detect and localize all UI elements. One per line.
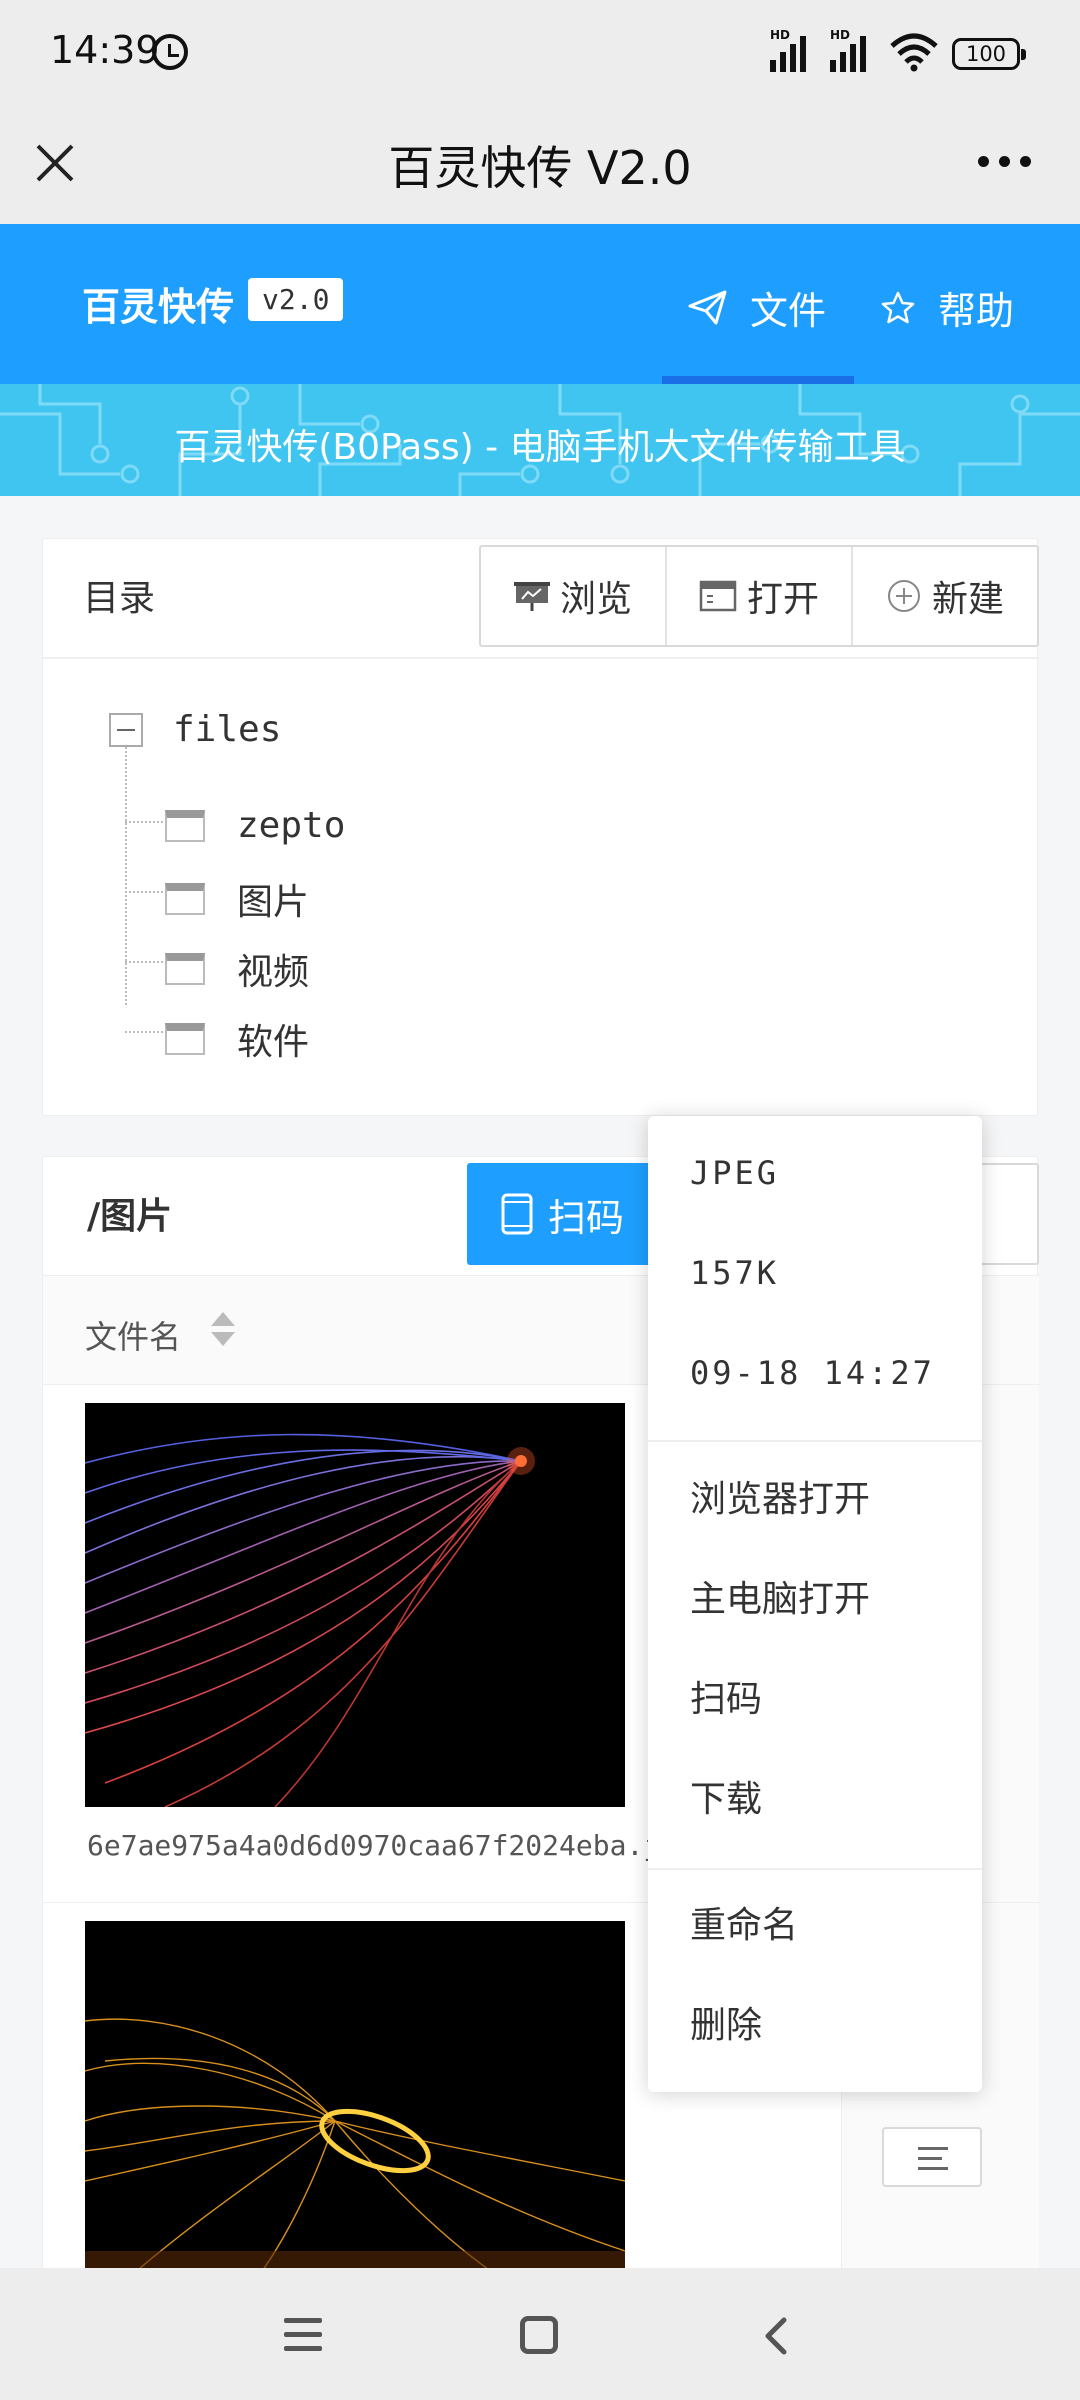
light-trails-image bbox=[85, 1433, 535, 1807]
steel-wool-image bbox=[85, 2018, 625, 2281]
plus-circle-icon bbox=[887, 580, 920, 612]
browse-label: 浏览 bbox=[559, 579, 632, 620]
menu-open-in-browser[interactable]: 浏览器打开 bbox=[690, 1470, 870, 1522]
menu-open-on-pc[interactable]: 主电脑打开 bbox=[690, 1570, 870, 1622]
star-icon bbox=[881, 291, 915, 323]
browse-button[interactable]: 浏览 bbox=[481, 547, 667, 645]
app-title: 百灵快传 V2.0 bbox=[388, 141, 692, 195]
menu-delete[interactable]: 删除 bbox=[690, 1996, 762, 2048]
banner-text: 百灵快传(B0Pass) - 电脑手机大文件传输工具 bbox=[174, 427, 906, 468]
menu-scan-qr[interactable]: 扫码 bbox=[690, 1670, 762, 1722]
paper-plane-icon bbox=[688, 290, 727, 324]
folder-icon bbox=[165, 883, 205, 915]
window-icon bbox=[699, 580, 737, 612]
presentation-icon bbox=[513, 582, 550, 611]
main-content: 目录 浏览 打开 新建 files zepto 图片 视频 软件 /图片 扫码 … bbox=[0, 496, 1080, 2303]
menu-divider bbox=[648, 1440, 982, 1442]
tree-root-label: files bbox=[173, 709, 282, 750]
file-modified-time: 09-18 14:27 bbox=[690, 1354, 935, 1392]
tree-item-label: 软件 bbox=[237, 1022, 310, 1063]
tree-item-zepto[interactable]: zepto bbox=[165, 805, 345, 846]
image-thumbnail[interactable] bbox=[85, 1403, 625, 1807]
tree-item-software[interactable]: 软件 bbox=[165, 1013, 309, 1065]
nav-files[interactable]: 文件 bbox=[688, 280, 826, 335]
tree-item-images[interactable]: 图片 bbox=[165, 873, 309, 925]
menu-divider bbox=[648, 1868, 982, 1870]
folder-icon bbox=[165, 1023, 205, 1055]
scan-button[interactable]: 扫码 bbox=[467, 1163, 657, 1265]
divider bbox=[43, 657, 1039, 659]
brand-title: 百灵快传 bbox=[82, 285, 235, 329]
tree-item-videos[interactable]: 视频 bbox=[165, 943, 309, 995]
alarm-icon bbox=[152, 34, 188, 70]
folder-icon bbox=[165, 809, 205, 842]
file-size: 157K bbox=[690, 1254, 780, 1292]
menu-download[interactable]: 下载 bbox=[690, 1770, 762, 1822]
system-navigation-bar bbox=[0, 2268, 1080, 2400]
sim2-label: HD bbox=[830, 28, 851, 42]
banner: 百灵快传(B0Pass) - 电脑手机大文件传输工具 bbox=[0, 384, 1080, 496]
scan-label: 扫码 bbox=[547, 1195, 624, 1240]
tree-line bbox=[125, 747, 127, 1005]
phone-icon bbox=[501, 1193, 533, 1235]
nav-help-label: 帮助 bbox=[938, 289, 1015, 333]
menu-rename[interactable]: 重命名 bbox=[690, 1896, 798, 1948]
signal-icon-2: HD bbox=[830, 28, 866, 72]
battery-icon: 100 bbox=[952, 38, 1026, 70]
nav-files-label: 文件 bbox=[750, 289, 827, 333]
directory-button-group: 浏览 打开 新建 bbox=[479, 545, 1039, 647]
file-context-menu: JPEG 157K 09-18 14:27 浏览器打开 主电脑打开 扫码 下载 … bbox=[648, 1116, 982, 2092]
new-button[interactable]: 新建 bbox=[853, 547, 1037, 645]
version-badge: v2.0 bbox=[248, 278, 344, 321]
tree-item-label: 图片 bbox=[237, 882, 310, 923]
new-label: 新建 bbox=[931, 579, 1004, 620]
tree-item-label: 视频 bbox=[237, 952, 310, 993]
row-menu-button[interactable] bbox=[882, 2127, 982, 2187]
open-label: 打开 bbox=[746, 579, 819, 620]
signal-icon: HD bbox=[770, 28, 806, 72]
image-thumbnail[interactable] bbox=[85, 1921, 625, 2281]
directory-panel: 目录 浏览 打开 新建 files zepto 图片 视频 软件 bbox=[42, 538, 1039, 1116]
wifi-icon bbox=[890, 33, 938, 72]
tree-root[interactable]: files bbox=[109, 709, 281, 750]
tree-item-label: zepto bbox=[237, 805, 346, 846]
nav-help[interactable]: 帮助 bbox=[880, 280, 1014, 335]
file-type: JPEG bbox=[690, 1154, 780, 1192]
status-bar: 14:39 HD HD 100 bbox=[0, 0, 1080, 110]
nav-active-indicator bbox=[662, 376, 854, 384]
directory-title: 目录 bbox=[83, 578, 156, 619]
site-header: 百灵快传 v2.0 文件 帮助 bbox=[0, 224, 1080, 384]
back-icon[interactable] bbox=[756, 2316, 796, 2356]
folder-icon bbox=[165, 953, 205, 985]
column-header-filename[interactable]: 文件名 bbox=[85, 1312, 181, 1358]
open-button[interactable]: 打开 bbox=[667, 547, 853, 645]
app-bar: 百灵快传 V2.0 bbox=[0, 110, 1080, 224]
home-icon[interactable] bbox=[520, 2316, 558, 2354]
more-options-icon[interactable] bbox=[978, 156, 1031, 167]
sort-icon[interactable] bbox=[209, 1310, 237, 1350]
sim1-label: HD bbox=[770, 28, 791, 42]
status-time: 14:39 bbox=[50, 28, 160, 72]
current-path: /图片 bbox=[87, 1196, 173, 1237]
recent-apps-icon[interactable] bbox=[284, 2318, 322, 2360]
list-icon bbox=[918, 2147, 948, 2150]
collapse-icon[interactable] bbox=[109, 712, 143, 747]
